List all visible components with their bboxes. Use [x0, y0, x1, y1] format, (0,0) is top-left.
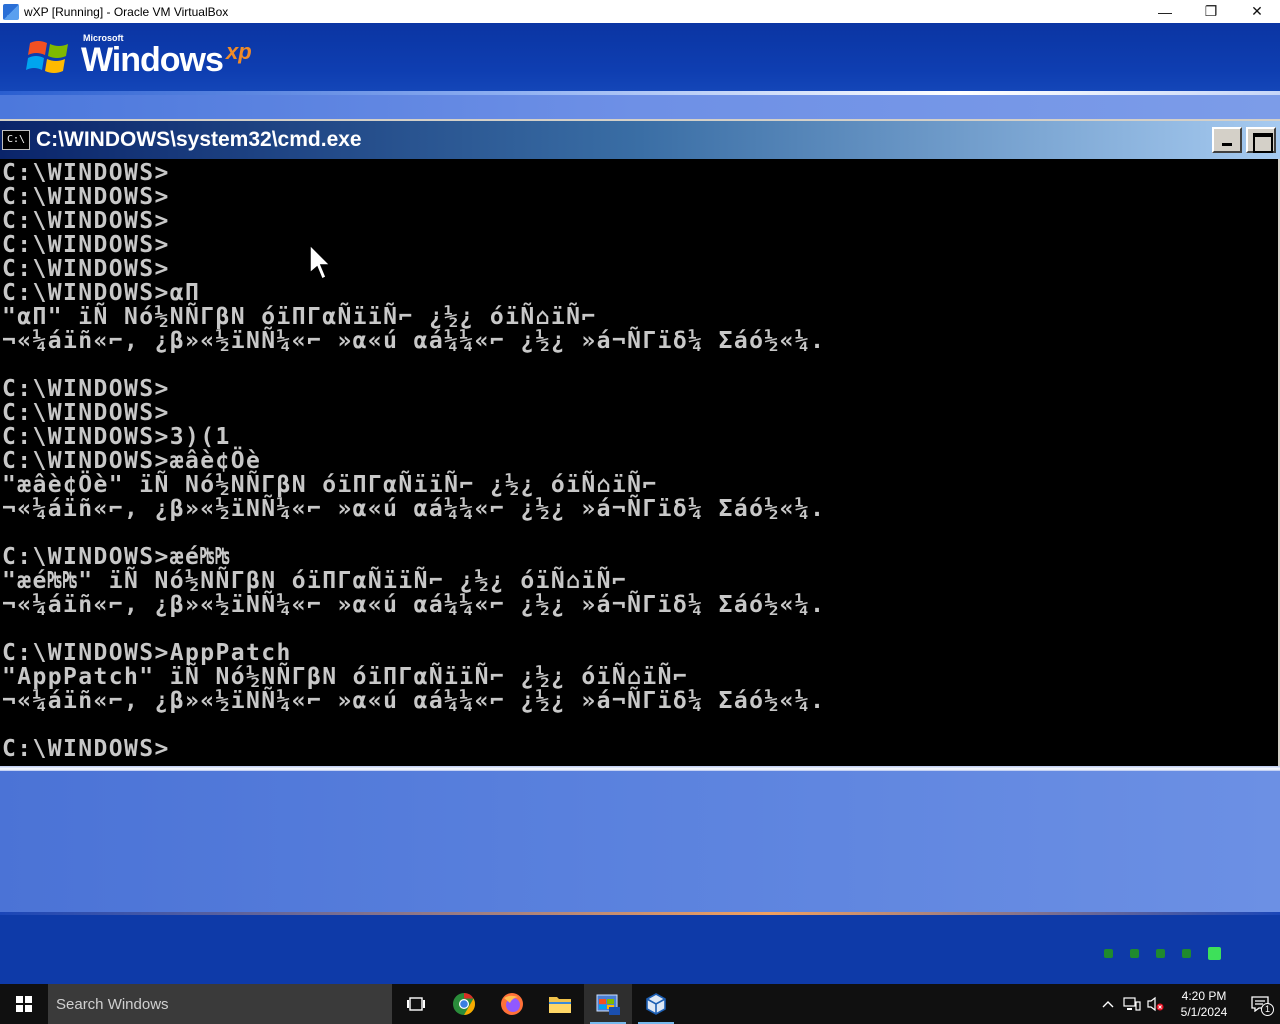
- network-icon: [1123, 997, 1141, 1011]
- host-close-button[interactable]: ✕: [1234, 0, 1280, 23]
- boot-dot: [1130, 948, 1139, 958]
- host-window-title: wXP [Running] - Oracle VM VirtualBox: [24, 4, 229, 19]
- volume-muted-icon: [1147, 996, 1164, 1012]
- xp-top-band: Microsoft Windows xp: [0, 23, 1280, 91]
- task-view-icon: [407, 997, 425, 1011]
- boot-dot: [1182, 948, 1191, 958]
- console-line: C:\WINDOWS>æâè¢Öè: [2, 448, 262, 474]
- notification-count-badge: 1: [1261, 1003, 1274, 1016]
- taskbar-virtualbox-xp[interactable]: [584, 984, 632, 1024]
- console-line: "AppPatch" ïÑ Nó½NÑΓβN óïΠΓαÑïïÑ⌐ ¿½¿ óï…: [2, 664, 689, 690]
- console-line: C:\WINDOWS>: [2, 232, 170, 258]
- taskbar-firefox[interactable]: [488, 984, 536, 1024]
- xp-lower-band: [0, 771, 1280, 914]
- console-line: C:\WINDOWS>αΠ: [2, 280, 201, 306]
- console-line: ¬«¼áïñ«⌐, ¿β»«½ïNÑ¼«⌐ »α«ú αá¼¼«⌐ ¿½¿ »á…: [2, 688, 826, 714]
- chevron-up-icon: [1102, 1001, 1114, 1008]
- console-line: C:\WINDOWS>: [2, 376, 170, 402]
- windows-wordmark: Windows: [81, 41, 224, 79]
- console-line: ¬«¼áïñ«⌐, ¿β»«½ïNÑ¼«⌐ »α«ú αá¼¼«⌐ ¿½¿ »á…: [2, 328, 826, 354]
- clock-time: 4:20 PM: [1181, 989, 1227, 1003]
- taskbar-search-box[interactable]: Search Windows: [48, 984, 392, 1024]
- cmd-window[interactable]: C:\ C:\WINDOWS\system32\cmd.exe C:\WINDO…: [0, 119, 1280, 769]
- taskbar-file-explorer[interactable]: [536, 984, 584, 1024]
- console-line: C:\WINDOWS>AppPatch: [2, 640, 292, 666]
- folder-icon: [549, 997, 571, 1013]
- start-button[interactable]: [0, 984, 48, 1024]
- windows-flag-icon: [26, 41, 68, 73]
- taskbar-virtualbox-manager[interactable]: [632, 984, 680, 1024]
- console-line: C:\WINDOWS>: [2, 208, 170, 234]
- console-line: C:\WINDOWS>: [2, 161, 170, 186]
- virtualbox-window-icon: [3, 3, 19, 20]
- host-taskbar: Search Windows 4:20 PM 5/1/2024 1: [0, 984, 1280, 1024]
- console-line: C:\WINDOWS>: [2, 256, 170, 282]
- firefox-icon: [501, 993, 523, 1015]
- xp-wordmark: xp: [226, 39, 252, 64]
- boot-dot-active: [1208, 946, 1221, 960]
- search-placeholder: Search Windows: [56, 995, 169, 1013]
- host-minimize-button[interactable]: —: [1142, 0, 1188, 23]
- console-output[interactable]: C:\WINDOWS> C:\WINDOWS> C:\WINDOWS> C:\WIND…: [0, 161, 1280, 767]
- clock-date: 5/1/2024: [1180, 1005, 1228, 1019]
- console-line: C:\WINDOWS>: [2, 184, 170, 210]
- cmd-minimize-button[interactable]: [1212, 127, 1242, 153]
- console-line: C:\WINDOWS>3)(1: [2, 424, 231, 450]
- boot-dot: [1156, 948, 1165, 958]
- taskbar-chrome[interactable]: [440, 984, 488, 1024]
- virtualbox-xp-icon: [596, 994, 620, 1015]
- console-line: ¬«¼áïñ«⌐, ¿β»«½ïNÑ¼«⌐ »α«ú αá¼¼«⌐ ¿½¿ »á…: [2, 592, 826, 618]
- boot-progress-dots: [1104, 945, 1234, 961]
- cmd-window-title: C:\WINDOWS\system32\cmd.exe: [36, 128, 362, 151]
- action-center-button[interactable]: 1: [1240, 984, 1280, 1024]
- cmd-maximize-button[interactable]: [1246, 127, 1276, 153]
- console-line: C:\WINDOWS>æé₧₧: [2, 544, 231, 570]
- windows-xp-logo: Microsoft Windows xp: [26, 31, 266, 83]
- volume-button[interactable]: [1144, 984, 1168, 1024]
- console-line: C:\WINDOWS>: [2, 400, 170, 426]
- mouse-pointer-icon: [309, 243, 332, 281]
- boot-dot: [1104, 948, 1113, 958]
- cmd-window-icon[interactable]: C:\: [2, 130, 30, 150]
- console-line: "æâè¢Öè" ïÑ Nó½NÑΓβN óïΠΓαÑïïÑ⌐ ¿½¿ óïÑ⌂…: [2, 472, 658, 498]
- system-tray: 4:20 PM 5/1/2024 1: [1096, 984, 1280, 1024]
- guest-screen[interactable]: Microsoft Windows xp C:\ C:\WINDOWS\syst…: [0, 23, 1280, 984]
- taskbar-clock[interactable]: 4:20 PM 5/1/2024: [1168, 988, 1240, 1020]
- console-line: C:\WINDOWS>: [2, 736, 170, 762]
- xp-mid-band: [0, 95, 1280, 121]
- console-line: "αΠ" ïÑ Nó½NÑΓβN óïΠΓαÑïïÑ⌐ ¿½¿ óïÑ⌂ïÑ⌐: [2, 304, 597, 330]
- cmd-title-bar[interactable]: C:\ C:\WINDOWS\system32\cmd.exe: [0, 121, 1280, 159]
- host-title-bar: wXP [Running] - Oracle VM VirtualBox — ❐…: [0, 0, 1280, 23]
- show-hidden-icons-button[interactable]: [1096, 984, 1120, 1024]
- network-button[interactable]: [1120, 984, 1144, 1024]
- virtualbox-icon: [646, 993, 666, 1015]
- host-restore-button[interactable]: ❐: [1188, 0, 1234, 23]
- console-line: ¬«¼áïñ«⌐, ¿β»«½ïNÑ¼«⌐ »α«ú αá¼¼«⌐ ¿½¿ »á…: [2, 496, 826, 522]
- console-line: "æé₧₧" ïÑ Nó½NÑΓβN óïΠΓαÑïïÑ⌐ ¿½¿ óïÑ⌂ïÑ…: [2, 568, 628, 594]
- chrome-icon: [453, 993, 475, 1015]
- task-view-button[interactable]: [392, 984, 440, 1024]
- windows-start-icon: [16, 996, 32, 1012]
- xp-bottom-band: [0, 915, 1280, 984]
